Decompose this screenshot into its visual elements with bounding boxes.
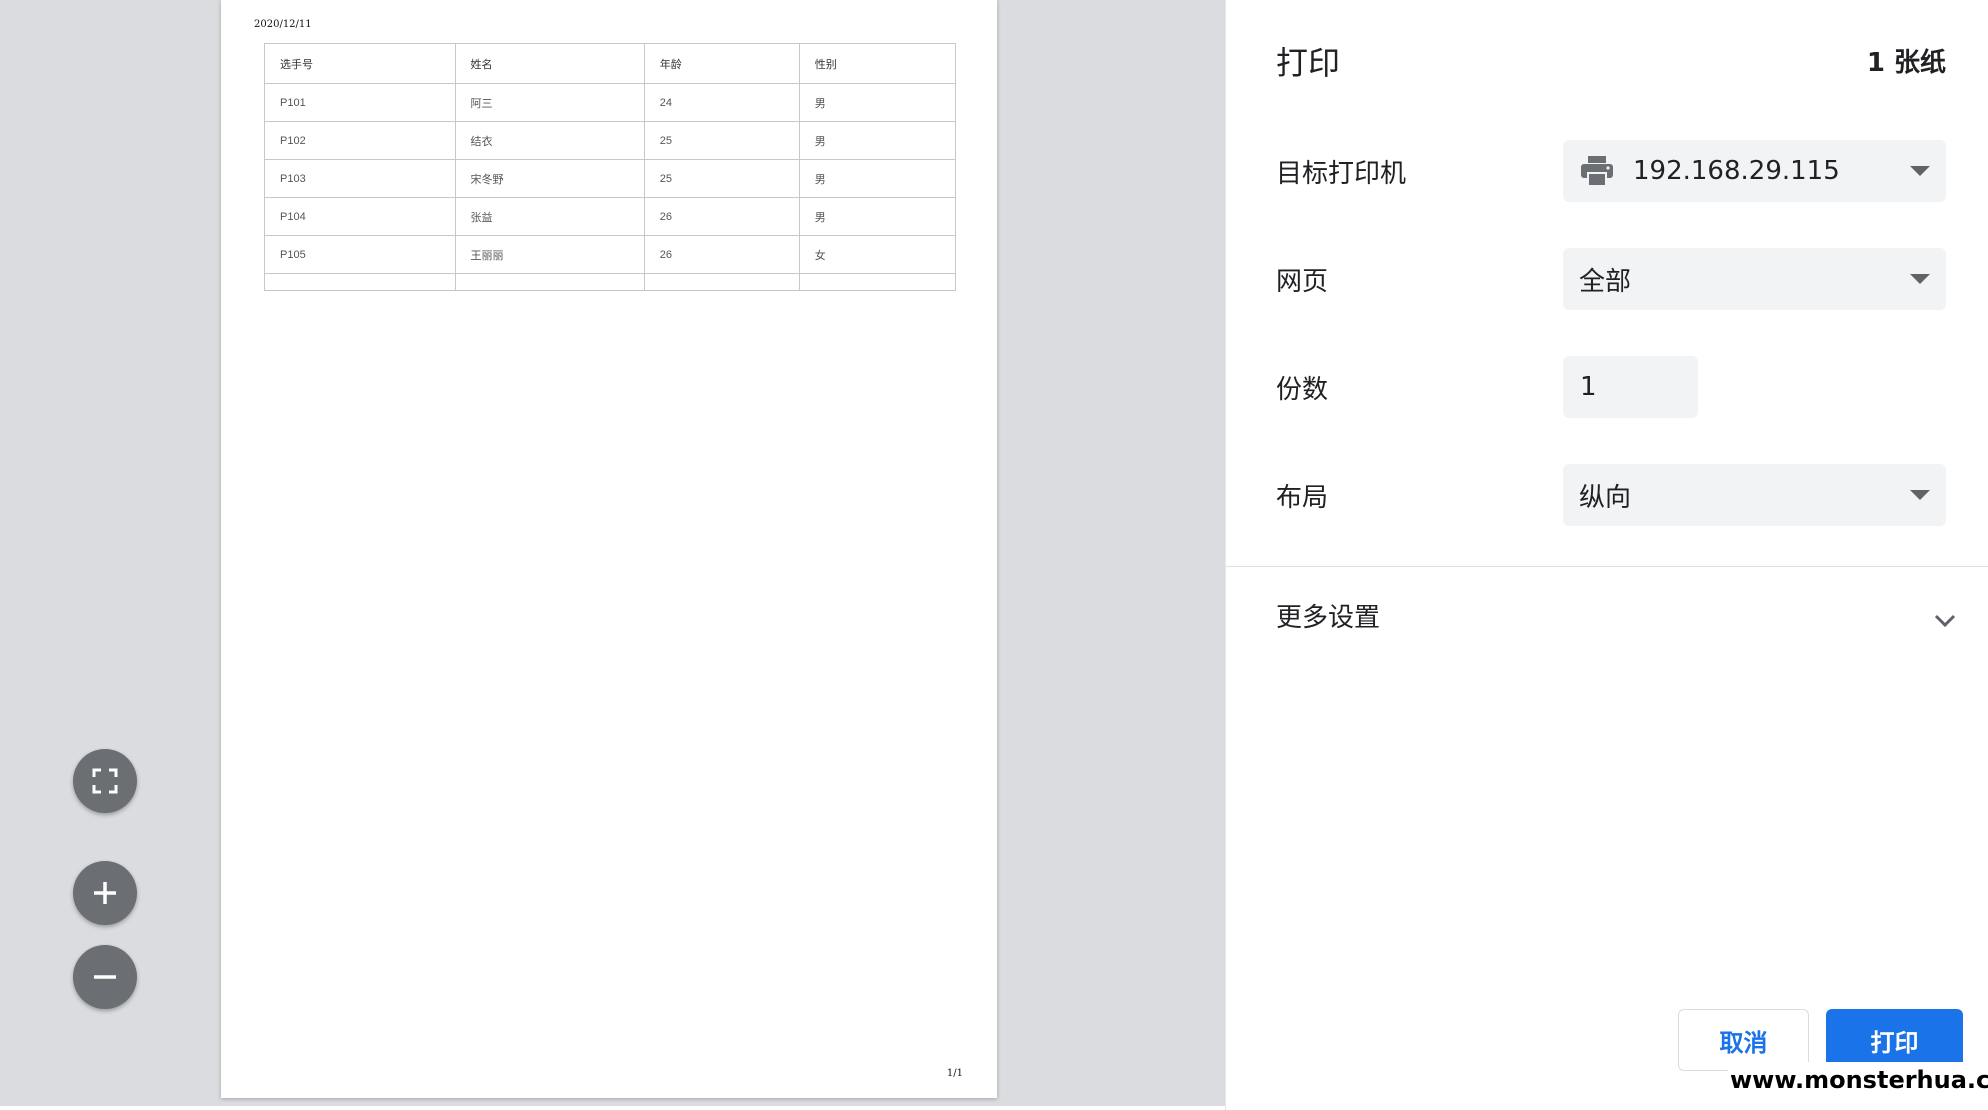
table-cell <box>454 273 645 291</box>
table-header-cell: 选手号 <box>264 43 456 84</box>
table-cell: 结衣 <box>454 121 645 160</box>
table-row: P103 宋冬野 25 男 <box>264 159 957 198</box>
minus-icon <box>92 964 118 990</box>
destination-label: 目标打印机 <box>1276 159 1407 189</box>
table-empty-row <box>264 273 957 291</box>
table-cell: 26 <box>643 197 800 236</box>
zoom-out-button[interactable] <box>73 945 137 1009</box>
table-header-cell: 年龄 <box>643 43 800 84</box>
zoom-in-button[interactable] <box>73 861 137 925</box>
table-cell: 24 <box>643 83 800 122</box>
pages-label: 网页 <box>1276 267 1329 297</box>
table-cell: 男 <box>798 121 957 160</box>
table-cell: P103 <box>264 159 456 198</box>
pages-value: 全部 <box>1579 266 1632 297</box>
print-preview-area: 2020/12/11 选手号 姓名 年龄 性别 P101 阿三 24 男 P10… <box>0 0 1225 1106</box>
table-cell: P104 <box>264 197 456 236</box>
pages-select[interactable]: 全部 <box>1563 248 1946 310</box>
watermark: www.monsterhua.com <box>1728 1062 1988 1110</box>
layout-label: 布局 <box>1276 483 1329 513</box>
sheet-count: 1 张纸 <box>1866 48 1946 78</box>
table-header-cell: 姓名 <box>454 43 645 84</box>
table-cell <box>798 273 957 291</box>
destination-value: 192.168.29.115 <box>1633 156 1840 186</box>
plus-icon <box>92 880 118 906</box>
dropdown-caret-icon <box>1910 490 1930 500</box>
page-number: 1/1 <box>946 1068 963 1079</box>
more-settings-toggle[interactable]: 更多设置 <box>1276 597 1956 637</box>
chevron-down-icon <box>1934 605 1956 635</box>
fit-to-page-button[interactable] <box>73 749 137 813</box>
copies-label: 份数 <box>1276 375 1329 405</box>
more-settings-label: 更多设置 <box>1276 603 1381 633</box>
dropdown-caret-icon <box>1910 166 1930 176</box>
table-cell <box>264 273 456 291</box>
table-cell: 宋冬野 <box>454 159 645 198</box>
divider <box>1226 566 1988 567</box>
printer-icon <box>1579 155 1615 187</box>
table-cell: 男 <box>798 197 957 236</box>
destination-select[interactable]: 192.168.29.115 <box>1563 140 1946 202</box>
print-settings-panel: 打印 1 张纸 目标打印机 192.168.29.115 网页 全部 份数 1 … <box>1225 0 1988 1110</box>
table-cell: 男 <box>798 83 957 122</box>
page-header-date: 2020/12/11 <box>254 19 312 30</box>
panel-title: 打印 <box>1276 44 1341 82</box>
layout-select[interactable]: 纵向 <box>1563 464 1946 526</box>
table-cell: P102 <box>264 121 456 160</box>
table-cell: 女 <box>798 235 957 274</box>
table-cell: 王丽丽 <box>454 235 645 274</box>
table-cell <box>643 273 800 291</box>
preview-table: 选手号 姓名 年龄 性别 P101 阿三 24 男 P102 结衣 25 男 P… <box>264 43 957 291</box>
preview-page: 2020/12/11 选手号 姓名 年龄 性别 P101 阿三 24 男 P10… <box>221 0 997 1098</box>
table-row: P102 结衣 25 男 <box>264 121 957 160</box>
table-cell: 男 <box>798 159 957 198</box>
layout-value: 纵向 <box>1579 482 1632 513</box>
dropdown-caret-icon <box>1910 274 1930 284</box>
table-row: P104 张益 26 男 <box>264 197 957 236</box>
table-cell: 26 <box>643 235 800 274</box>
table-cell: 25 <box>643 159 800 198</box>
fit-to-page-icon <box>92 768 118 794</box>
table-cell: P101 <box>264 83 456 122</box>
table-row: P101 阿三 24 男 <box>264 83 957 122</box>
table-cell: 张益 <box>454 197 645 236</box>
table-cell: P105 <box>264 235 456 274</box>
copies-input[interactable]: 1 <box>1563 356 1698 418</box>
table-cell: 25 <box>643 121 800 160</box>
table-cell: 阿三 <box>454 83 645 122</box>
table-header-cell: 性别 <box>798 43 957 84</box>
table-row: P105 王丽丽 26 女 <box>264 235 957 274</box>
table-header-row: 选手号 姓名 年龄 性别 <box>264 43 957 84</box>
